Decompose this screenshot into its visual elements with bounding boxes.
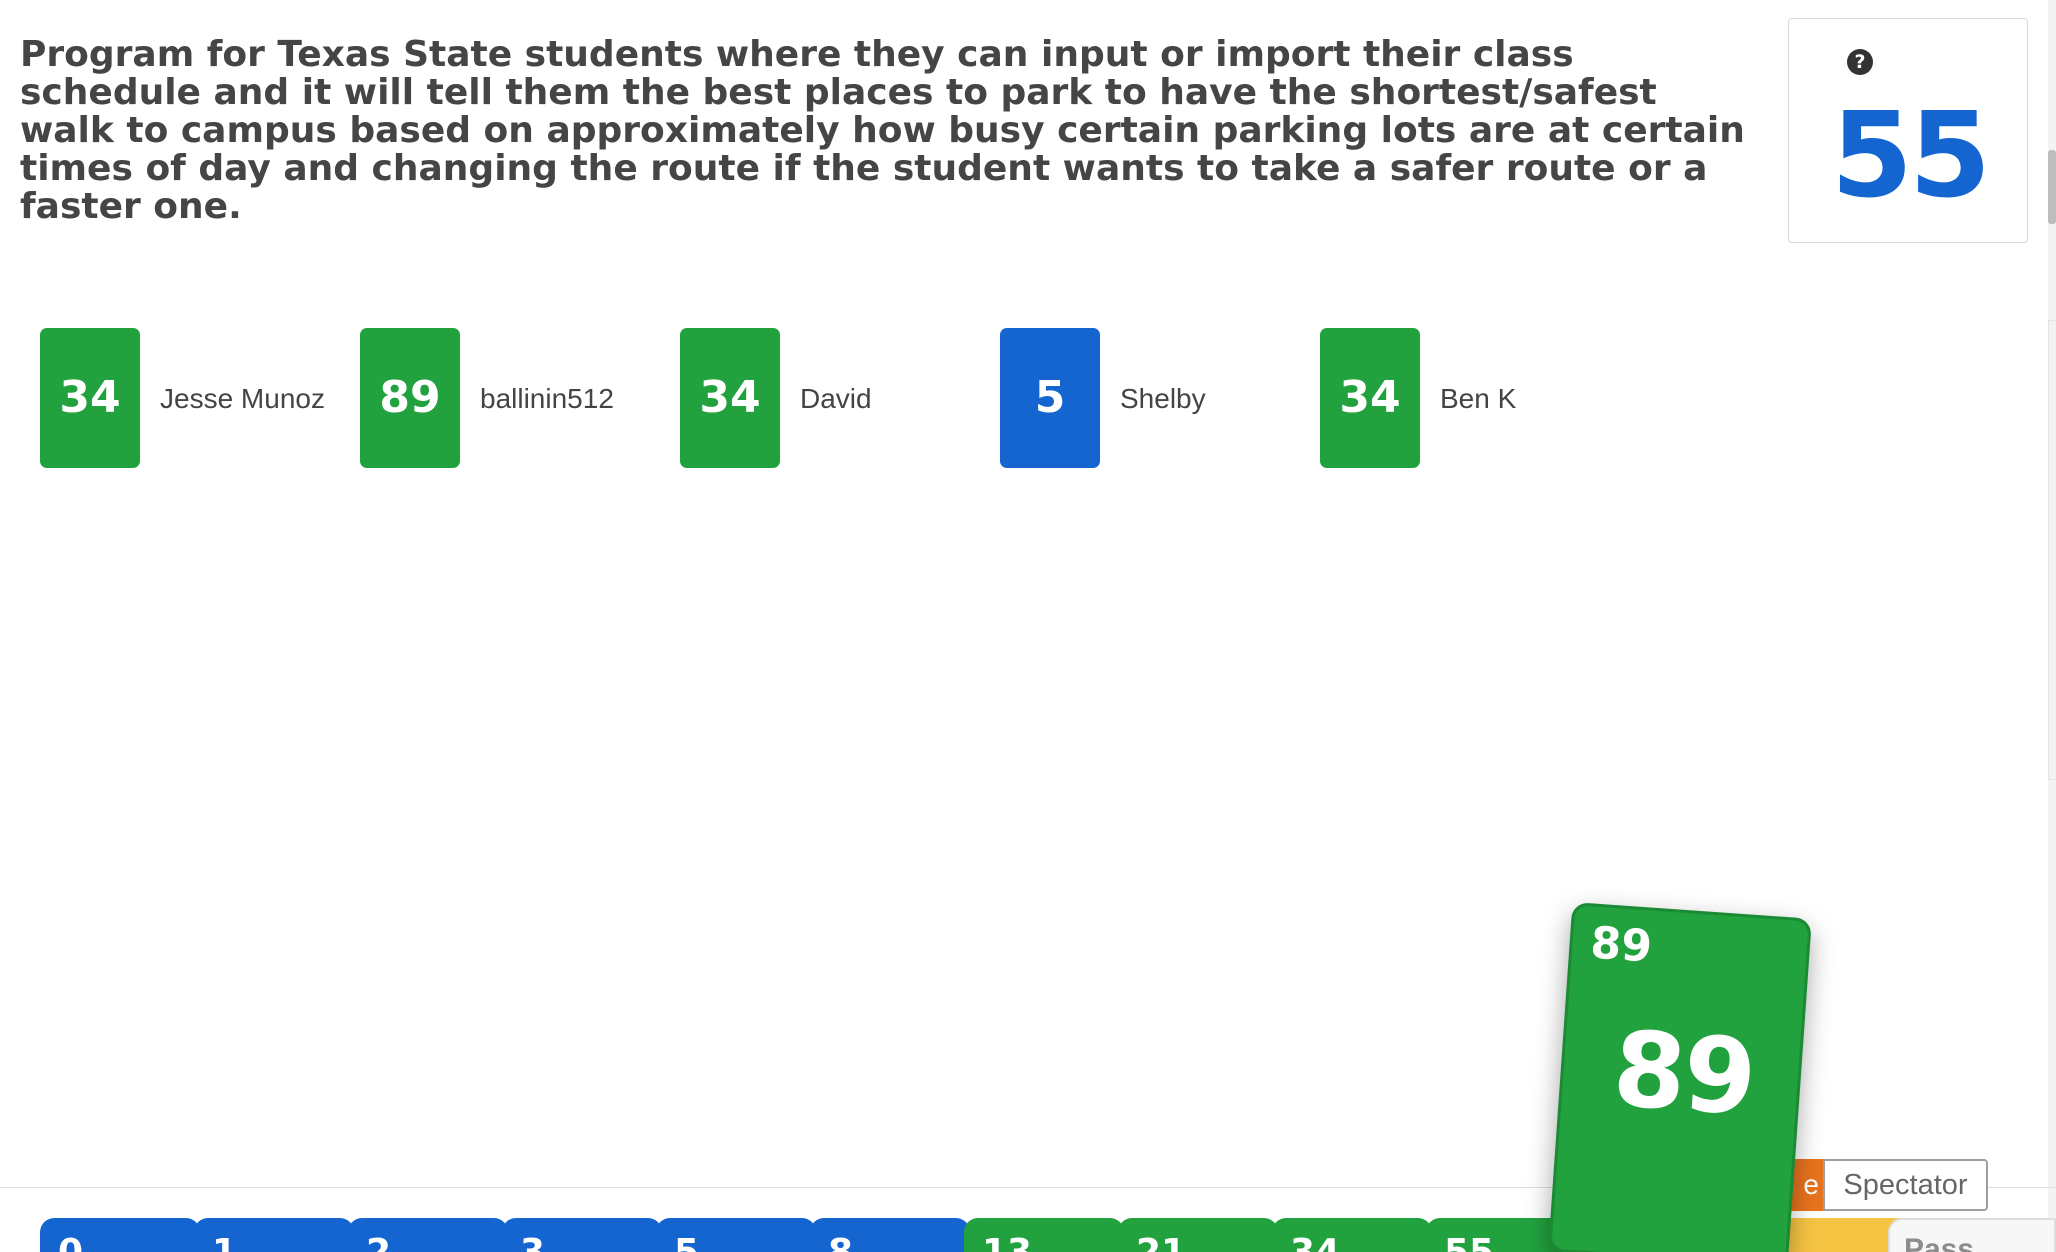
selected-card-value: 89 xyxy=(1609,1007,1759,1139)
player-name: Ben K xyxy=(1440,383,1517,414)
player-vote-card: 34 xyxy=(40,328,140,468)
player-vote-card: 5 xyxy=(1000,328,1100,468)
scrollbar-divider xyxy=(2048,320,2056,780)
card-deck: 0 1 2 3 5 8 13 21 34 55 xyxy=(40,1218,1680,1252)
result-panel: ? 55 xyxy=(1788,18,2028,243)
spectator-toggle-button[interactable]: Spectator xyxy=(1823,1159,1988,1211)
pass-button[interactable]: Pass xyxy=(1888,1218,2056,1252)
result-value: 55 xyxy=(1830,86,1991,224)
deck-card[interactable]: 8 xyxy=(810,1218,970,1252)
deck-card[interactable]: 0 xyxy=(40,1218,200,1252)
deck-card[interactable]: 5 xyxy=(656,1218,816,1252)
player-vote-card: 34 xyxy=(1320,328,1420,468)
deck-card[interactable]: 1 xyxy=(194,1218,354,1252)
player-list: 34 Jesse Munoz 89 ballinin512 34 David 5… xyxy=(40,328,1640,468)
deck-card[interactable]: 21 xyxy=(1118,1218,1278,1252)
player-name: Jesse Munoz xyxy=(160,383,325,414)
estimation-page: Program for Texas State students where t… xyxy=(0,0,2056,1252)
player-item: 34 David xyxy=(680,328,1000,468)
scrollbar-thumb[interactable] xyxy=(2048,150,2056,224)
deck-card[interactable]: 34 xyxy=(1272,1218,1432,1252)
player-item: 5 Shelby xyxy=(1000,328,1320,468)
player-name: Shelby xyxy=(1120,383,1206,414)
deck-card[interactable]: 3 xyxy=(502,1218,662,1252)
player-item: 89 ballinin512 xyxy=(360,328,680,468)
player-item: 34 Jesse Munoz xyxy=(40,328,360,468)
selected-vote-card[interactable]: 89 89 xyxy=(1548,902,1812,1252)
player-name: ballinin512 xyxy=(480,383,614,414)
selected-card-corner-value: 89 xyxy=(1588,917,1654,973)
deck-card[interactable]: 2 xyxy=(348,1218,508,1252)
player-item: 34 Ben K xyxy=(1320,328,1640,468)
story-description: Program for Texas State students where t… xyxy=(20,34,1745,227)
player-vote-card: 89 xyxy=(360,328,460,468)
question-circle-icon[interactable]: ? xyxy=(1847,49,1873,75)
player-vote-card: 34 xyxy=(680,328,780,468)
player-name: David xyxy=(800,383,872,414)
deck-card[interactable]: 13 xyxy=(964,1218,1124,1252)
